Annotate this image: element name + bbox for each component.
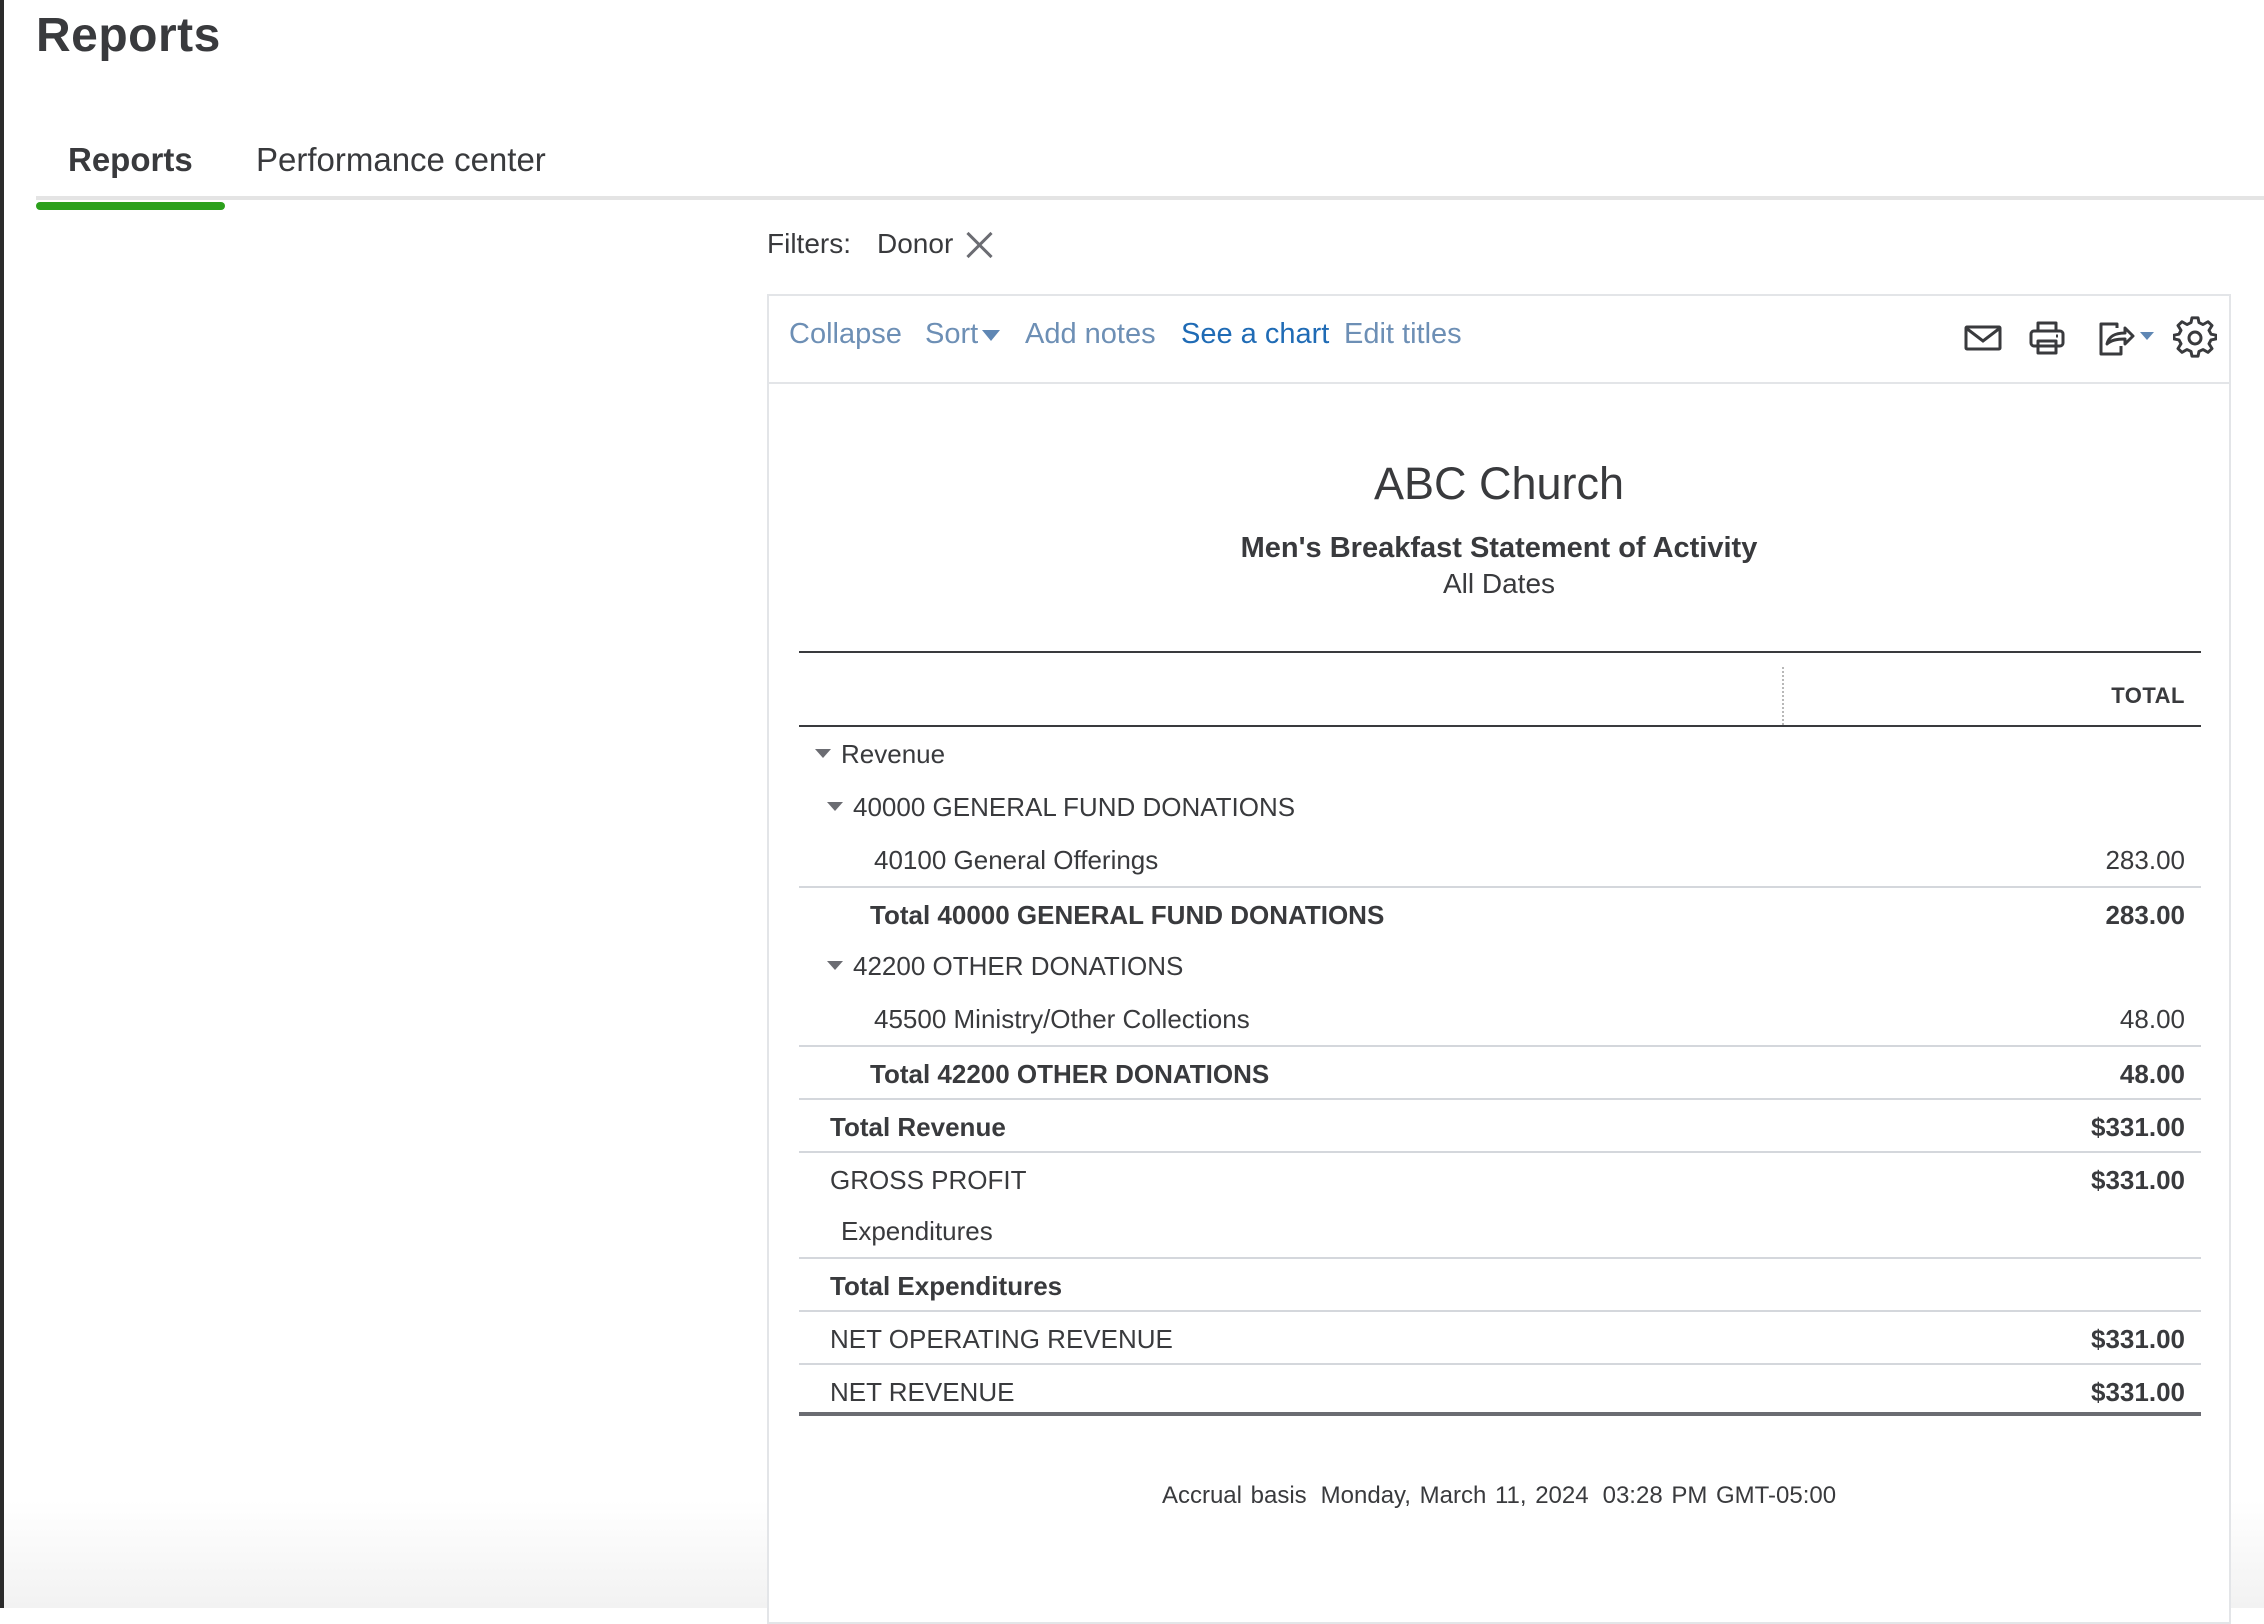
report-header: ABC Church Men's Breakfast Statement of … bbox=[769, 456, 2229, 602]
table-row: 40000 GENERAL FUND DONATIONS bbox=[799, 780, 2201, 833]
collapse-triangle-icon[interactable] bbox=[827, 802, 843, 811]
row-label: 40100 General Offerings bbox=[874, 845, 1159, 875]
row-label: 40000 GENERAL FUND DONATIONS bbox=[853, 792, 1296, 822]
sort-label: Sort bbox=[925, 318, 979, 350]
collapse-triangle-icon[interactable] bbox=[815, 749, 831, 758]
table-row: 40100 General Offerings 283.00 bbox=[799, 833, 2201, 886]
close-icon[interactable] bbox=[963, 228, 995, 260]
row-label: GROSS PROFIT bbox=[830, 1165, 1027, 1195]
row-label: Total 42200 OTHER DONATIONS bbox=[870, 1059, 1270, 1089]
report-date-range: All Dates bbox=[1442, 568, 1556, 599]
report-toolbar: Collapse Sort Add notes See a chart Edit… bbox=[769, 296, 2229, 384]
row-label: Total Expenditures bbox=[830, 1271, 1063, 1301]
row-label: 45500 Ministry/Other Collections bbox=[874, 1004, 1250, 1034]
filters-bar: Filters: Donor bbox=[767, 228, 995, 260]
table-row-total: Total Expenditures bbox=[799, 1257, 2201, 1310]
row-value[interactable]: 283.00 bbox=[2105, 845, 2185, 876]
company-name[interactable]: ABC Church bbox=[769, 456, 2229, 512]
table-row-total: Total Revenue $331.00 bbox=[799, 1098, 2201, 1151]
tab-reports[interactable]: Reports bbox=[36, 140, 225, 210]
mail-icon[interactable] bbox=[1961, 316, 2005, 360]
filters-label: Filters: bbox=[767, 228, 851, 259]
gear-icon[interactable] bbox=[2172, 316, 2218, 360]
column-header-total[interactable]: TOTAL bbox=[2111, 683, 2185, 709]
row-value[interactable]: 283.00 bbox=[2105, 900, 2185, 931]
table-header-row: TOTAL bbox=[799, 653, 2201, 727]
row-value[interactable]: $331.00 bbox=[2091, 1324, 2185, 1355]
reports-page: Reports Reports Performance center Filte… bbox=[0, 0, 2264, 1624]
row-value[interactable]: $331.00 bbox=[2091, 1377, 2185, 1408]
tab-bar: Reports Performance center bbox=[36, 130, 2264, 210]
table-row: NET OPERATING REVENUE $331.00 bbox=[799, 1310, 2201, 1363]
row-value[interactable]: 48.00 bbox=[2120, 1004, 2185, 1035]
row-value[interactable]: 48.00 bbox=[2120, 1059, 2185, 1090]
page-title: Reports bbox=[36, 9, 221, 62]
row-label: 42200 OTHER DONATIONS bbox=[853, 951, 1184, 981]
report-table: TOTAL Revenue 40000 GENERAL FUND DONATIO… bbox=[799, 651, 2201, 1416]
collapse-button[interactable]: Collapse bbox=[789, 316, 902, 352]
table-row: GROSS PROFIT $331.00 bbox=[799, 1151, 2201, 1204]
add-notes-button[interactable]: Add notes bbox=[1025, 316, 1156, 352]
column-divider[interactable] bbox=[1782, 667, 1784, 725]
row-label: Revenue bbox=[841, 739, 946, 769]
row-label: Total Revenue bbox=[830, 1112, 1006, 1142]
report-footer: Accrual basis Monday, March 11, 2024 03:28… bbox=[769, 1482, 2229, 1510]
table-row-total: Total 40000 GENERAL FUND DONATIONS 283.0… bbox=[799, 886, 2201, 939]
report-card: Collapse Sort Add notes See a chart Edit… bbox=[767, 294, 2231, 1624]
report-title[interactable]: Men's Breakfast Statement of Activity bbox=[769, 530, 2229, 566]
row-value[interactable]: $331.00 bbox=[2091, 1165, 2185, 1196]
edit-titles-button[interactable]: Edit titles bbox=[1344, 316, 1462, 352]
row-label: NET OPERATING REVENUE bbox=[830, 1324, 1173, 1354]
table-row: 42200 OTHER DONATIONS bbox=[799, 939, 2201, 992]
filter-chip-label: Donor bbox=[877, 228, 954, 259]
see-chart-button[interactable]: See a chart bbox=[1181, 316, 1329, 352]
sort-dropdown[interactable]: Sort bbox=[925, 316, 1001, 352]
window-left-edge bbox=[0, 0, 4, 1608]
table-row: Expenditures bbox=[799, 1204, 2201, 1257]
table-row: 45500 Ministry/Other Collections 48.00 bbox=[799, 992, 2201, 1045]
row-label: NET REVENUE bbox=[830, 1377, 1015, 1407]
filter-chip-donor[interactable]: Donor bbox=[877, 228, 995, 260]
tab-performance-center[interactable]: Performance center bbox=[246, 140, 556, 200]
footer-date: Monday, March 11, 2024 bbox=[1320, 1482, 1589, 1509]
collapse-triangle-icon[interactable] bbox=[827, 961, 843, 970]
print-icon[interactable] bbox=[2025, 316, 2069, 360]
table-row-total: Total 42200 OTHER DONATIONS 48.00 bbox=[799, 1045, 2201, 1098]
row-label: Total 40000 GENERAL FUND DONATIONS bbox=[870, 900, 1385, 930]
row-value[interactable]: $331.00 bbox=[2091, 1112, 2185, 1143]
table-row: Revenue bbox=[799, 727, 2201, 780]
footer-time: 03:28 PM GMT-05:00 bbox=[1602, 1482, 1837, 1509]
export-icon[interactable] bbox=[2091, 316, 2157, 360]
row-label: Expenditures bbox=[841, 1216, 993, 1246]
footer-basis: Accrual basis bbox=[1161, 1482, 1307, 1509]
caret-down-icon bbox=[982, 329, 1001, 341]
table-row: NET REVENUE $331.00 bbox=[799, 1363, 2201, 1416]
